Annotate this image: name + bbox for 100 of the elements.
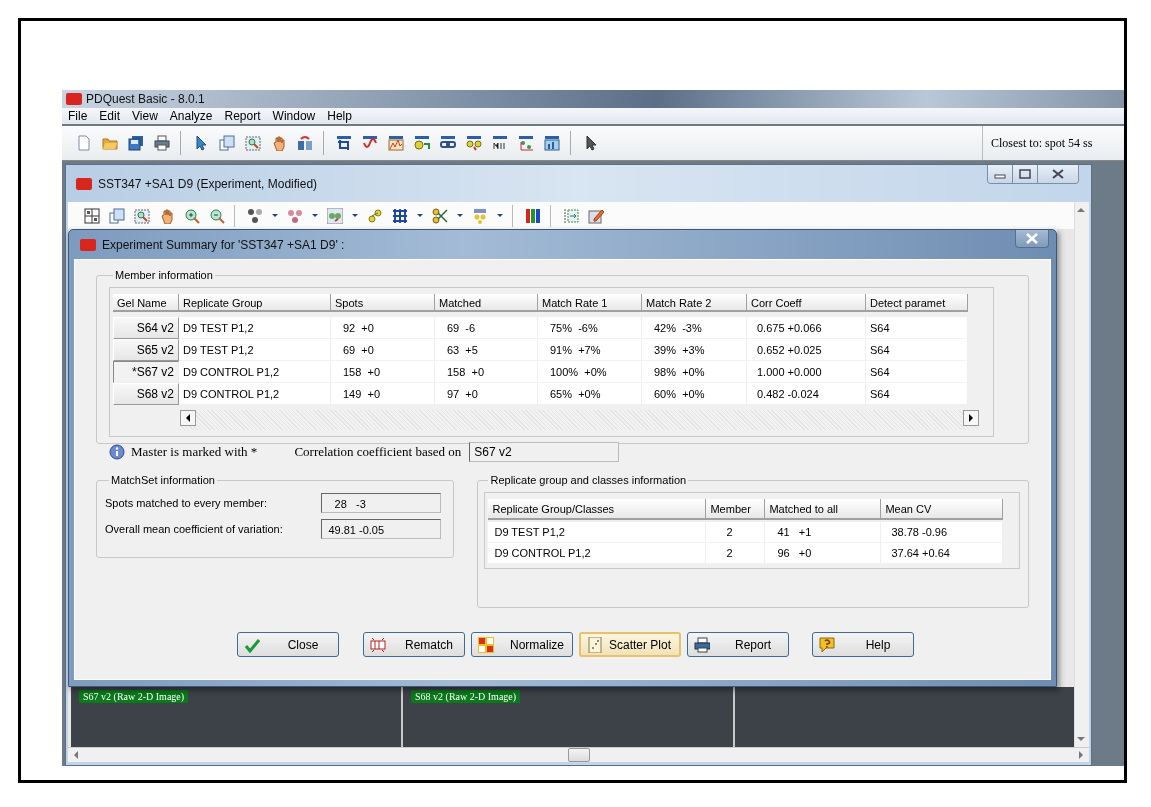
window-title: SST347 +SA1 D9 (Experiment, Modified) bbox=[98, 176, 318, 191]
spots-icon[interactable] bbox=[247, 207, 263, 224]
gel-name-button[interactable]: S64 v2 bbox=[113, 317, 179, 339]
gel-name-button[interactable]: *S67 v2 bbox=[113, 361, 179, 383]
table-cell: 37.64 +0.64 bbox=[881, 543, 1004, 564]
pointer-icon[interactable] bbox=[583, 135, 599, 151]
copy-window-icon[interactable] bbox=[109, 207, 125, 224]
rematch-button[interactable]: Rematch bbox=[363, 632, 465, 657]
close-button[interactable] bbox=[1015, 230, 1049, 248]
bar-chart-icon[interactable] bbox=[544, 135, 560, 151]
graph-icon[interactable] bbox=[388, 135, 404, 151]
table-cell: 69 -6 bbox=[435, 317, 538, 339]
gel-name-button[interactable]: S68 v2 bbox=[113, 383, 179, 405]
scroll-right-icon[interactable] bbox=[963, 410, 979, 426]
scroll-up-icon[interactable] bbox=[1075, 206, 1087, 214]
copy-window-icon[interactable] bbox=[219, 135, 235, 151]
hand-icon[interactable] bbox=[271, 135, 287, 151]
printer-icon bbox=[694, 636, 710, 653]
table-cell: D9 TEST P1,2 bbox=[179, 317, 331, 339]
crop-icon[interactable] bbox=[336, 135, 352, 151]
help-bubble-icon bbox=[819, 636, 835, 653]
align-icon[interactable] bbox=[563, 207, 579, 224]
save-icon[interactable] bbox=[128, 135, 144, 151]
linked-spots-icon[interactable] bbox=[367, 207, 383, 224]
caret-icon[interactable] bbox=[272, 214, 278, 217]
scatter-button[interactable]: Scatter Plot bbox=[579, 632, 681, 657]
column-header[interactable]: Matched to all bbox=[765, 499, 882, 520]
scroll-down-icon[interactable] bbox=[1075, 735, 1087, 743]
horizontal-scrollbar[interactable] bbox=[68, 747, 1089, 762]
column-header[interactable]: Detect paramet bbox=[866, 294, 968, 312]
menu-item[interactable]: Report bbox=[218, 108, 267, 124]
column-header[interactable]: Member bbox=[706, 499, 766, 520]
zoom-box-icon[interactable] bbox=[245, 135, 261, 151]
table-cell: D9 TEST P1,2 bbox=[488, 522, 707, 543]
table-scrollbar[interactable] bbox=[180, 410, 979, 430]
column-header[interactable]: Mean CV bbox=[881, 499, 1004, 520]
tree-icon[interactable] bbox=[518, 135, 534, 151]
master-note: Master is marked with * bbox=[131, 444, 258, 460]
grid-icon[interactable] bbox=[392, 207, 408, 224]
table-cell: 42% -3% bbox=[642, 317, 747, 339]
image-label: S67 v2 (Raw 2-D Image) bbox=[79, 690, 189, 703]
column-header[interactable]: Corr Coeff bbox=[747, 294, 866, 312]
labeled-spots-icon[interactable] bbox=[472, 207, 488, 224]
zoom-in-icon[interactable] bbox=[184, 207, 200, 224]
color-bars-icon[interactable] bbox=[525, 207, 541, 224]
help-button[interactable]: Help bbox=[812, 632, 914, 657]
report-button[interactable]: Report bbox=[687, 632, 789, 657]
close-button[interactable] bbox=[1037, 165, 1078, 183]
field-label: Spots matched to every member: bbox=[105, 497, 267, 509]
column-header[interactable]: Match Rate 2 bbox=[642, 294, 747, 312]
table-cell: 149 +0 bbox=[331, 383, 435, 405]
column-header[interactable]: Replicate Group/Classes bbox=[488, 499, 707, 520]
gel-name-button[interactable]: S65 v2 bbox=[113, 339, 179, 361]
chain-icon[interactable] bbox=[440, 135, 456, 151]
menu-item[interactable]: Help bbox=[321, 108, 358, 124]
caret-icon[interactable] bbox=[457, 214, 463, 217]
spots-arrow-icon[interactable] bbox=[466, 135, 482, 151]
table-cell: 75% -6% bbox=[538, 317, 642, 339]
vertical-scrollbar[interactable] bbox=[1074, 202, 1089, 747]
zoom-box-icon[interactable] bbox=[134, 207, 150, 224]
spot-pair-icon[interactable] bbox=[327, 207, 343, 224]
column-header[interactable]: Matched bbox=[435, 294, 538, 312]
table-cell: D9 CONTROL P1,2 bbox=[179, 361, 331, 383]
menu-item[interactable]: Analyze bbox=[163, 108, 219, 124]
open-folder-icon[interactable] bbox=[102, 135, 118, 151]
spot-arrow-icon[interactable] bbox=[414, 135, 430, 151]
value-field: 49.81 -0.05 bbox=[321, 519, 442, 539]
warp-icon[interactable] bbox=[362, 135, 378, 151]
caret-icon[interactable] bbox=[497, 214, 503, 217]
hand-icon[interactable] bbox=[159, 207, 175, 224]
correlation-field: S67 v2 bbox=[469, 442, 620, 462]
menu-item[interactable]: View bbox=[126, 108, 164, 124]
zoom-out-icon[interactable] bbox=[209, 207, 225, 224]
scroll-thumb[interactable] bbox=[568, 748, 590, 762]
caret-icon[interactable] bbox=[417, 214, 423, 217]
printer-icon[interactable] bbox=[154, 135, 170, 151]
edit-icon[interactable] bbox=[588, 207, 604, 224]
grid-view-icon[interactable] bbox=[84, 207, 100, 224]
column-header[interactable]: Gel Name bbox=[113, 294, 179, 312]
menu-item[interactable]: Window bbox=[266, 108, 322, 124]
column-header[interactable]: Replicate Group bbox=[179, 294, 331, 312]
caret-icon[interactable] bbox=[312, 214, 318, 217]
scroll-left-icon[interactable] bbox=[180, 410, 196, 426]
table-cell: 2 bbox=[706, 543, 766, 564]
column-header[interactable]: Match Rate 1 bbox=[538, 294, 642, 312]
scissors-icon[interactable] bbox=[432, 207, 448, 224]
normalize-button[interactable]: Normalize bbox=[471, 632, 573, 657]
maximize-button[interactable] bbox=[1012, 165, 1037, 183]
caret-icon[interactable] bbox=[352, 214, 358, 217]
info-icon bbox=[109, 444, 125, 460]
close-button[interactable]: Close bbox=[237, 632, 339, 657]
minimize-button[interactable] bbox=[988, 165, 1012, 183]
column-header[interactable]: Spots bbox=[331, 294, 435, 312]
menu-item[interactable]: Edit bbox=[93, 108, 127, 124]
table-cell: 60% +0% bbox=[642, 383, 747, 405]
pointer-icon[interactable] bbox=[193, 135, 209, 151]
table-cell: 1.000 +0.000 bbox=[747, 361, 866, 383]
menu-item[interactable]: File bbox=[62, 108, 94, 124]
spots-icon[interactable] bbox=[287, 207, 303, 224]
swap-icon[interactable] bbox=[297, 135, 313, 151]
